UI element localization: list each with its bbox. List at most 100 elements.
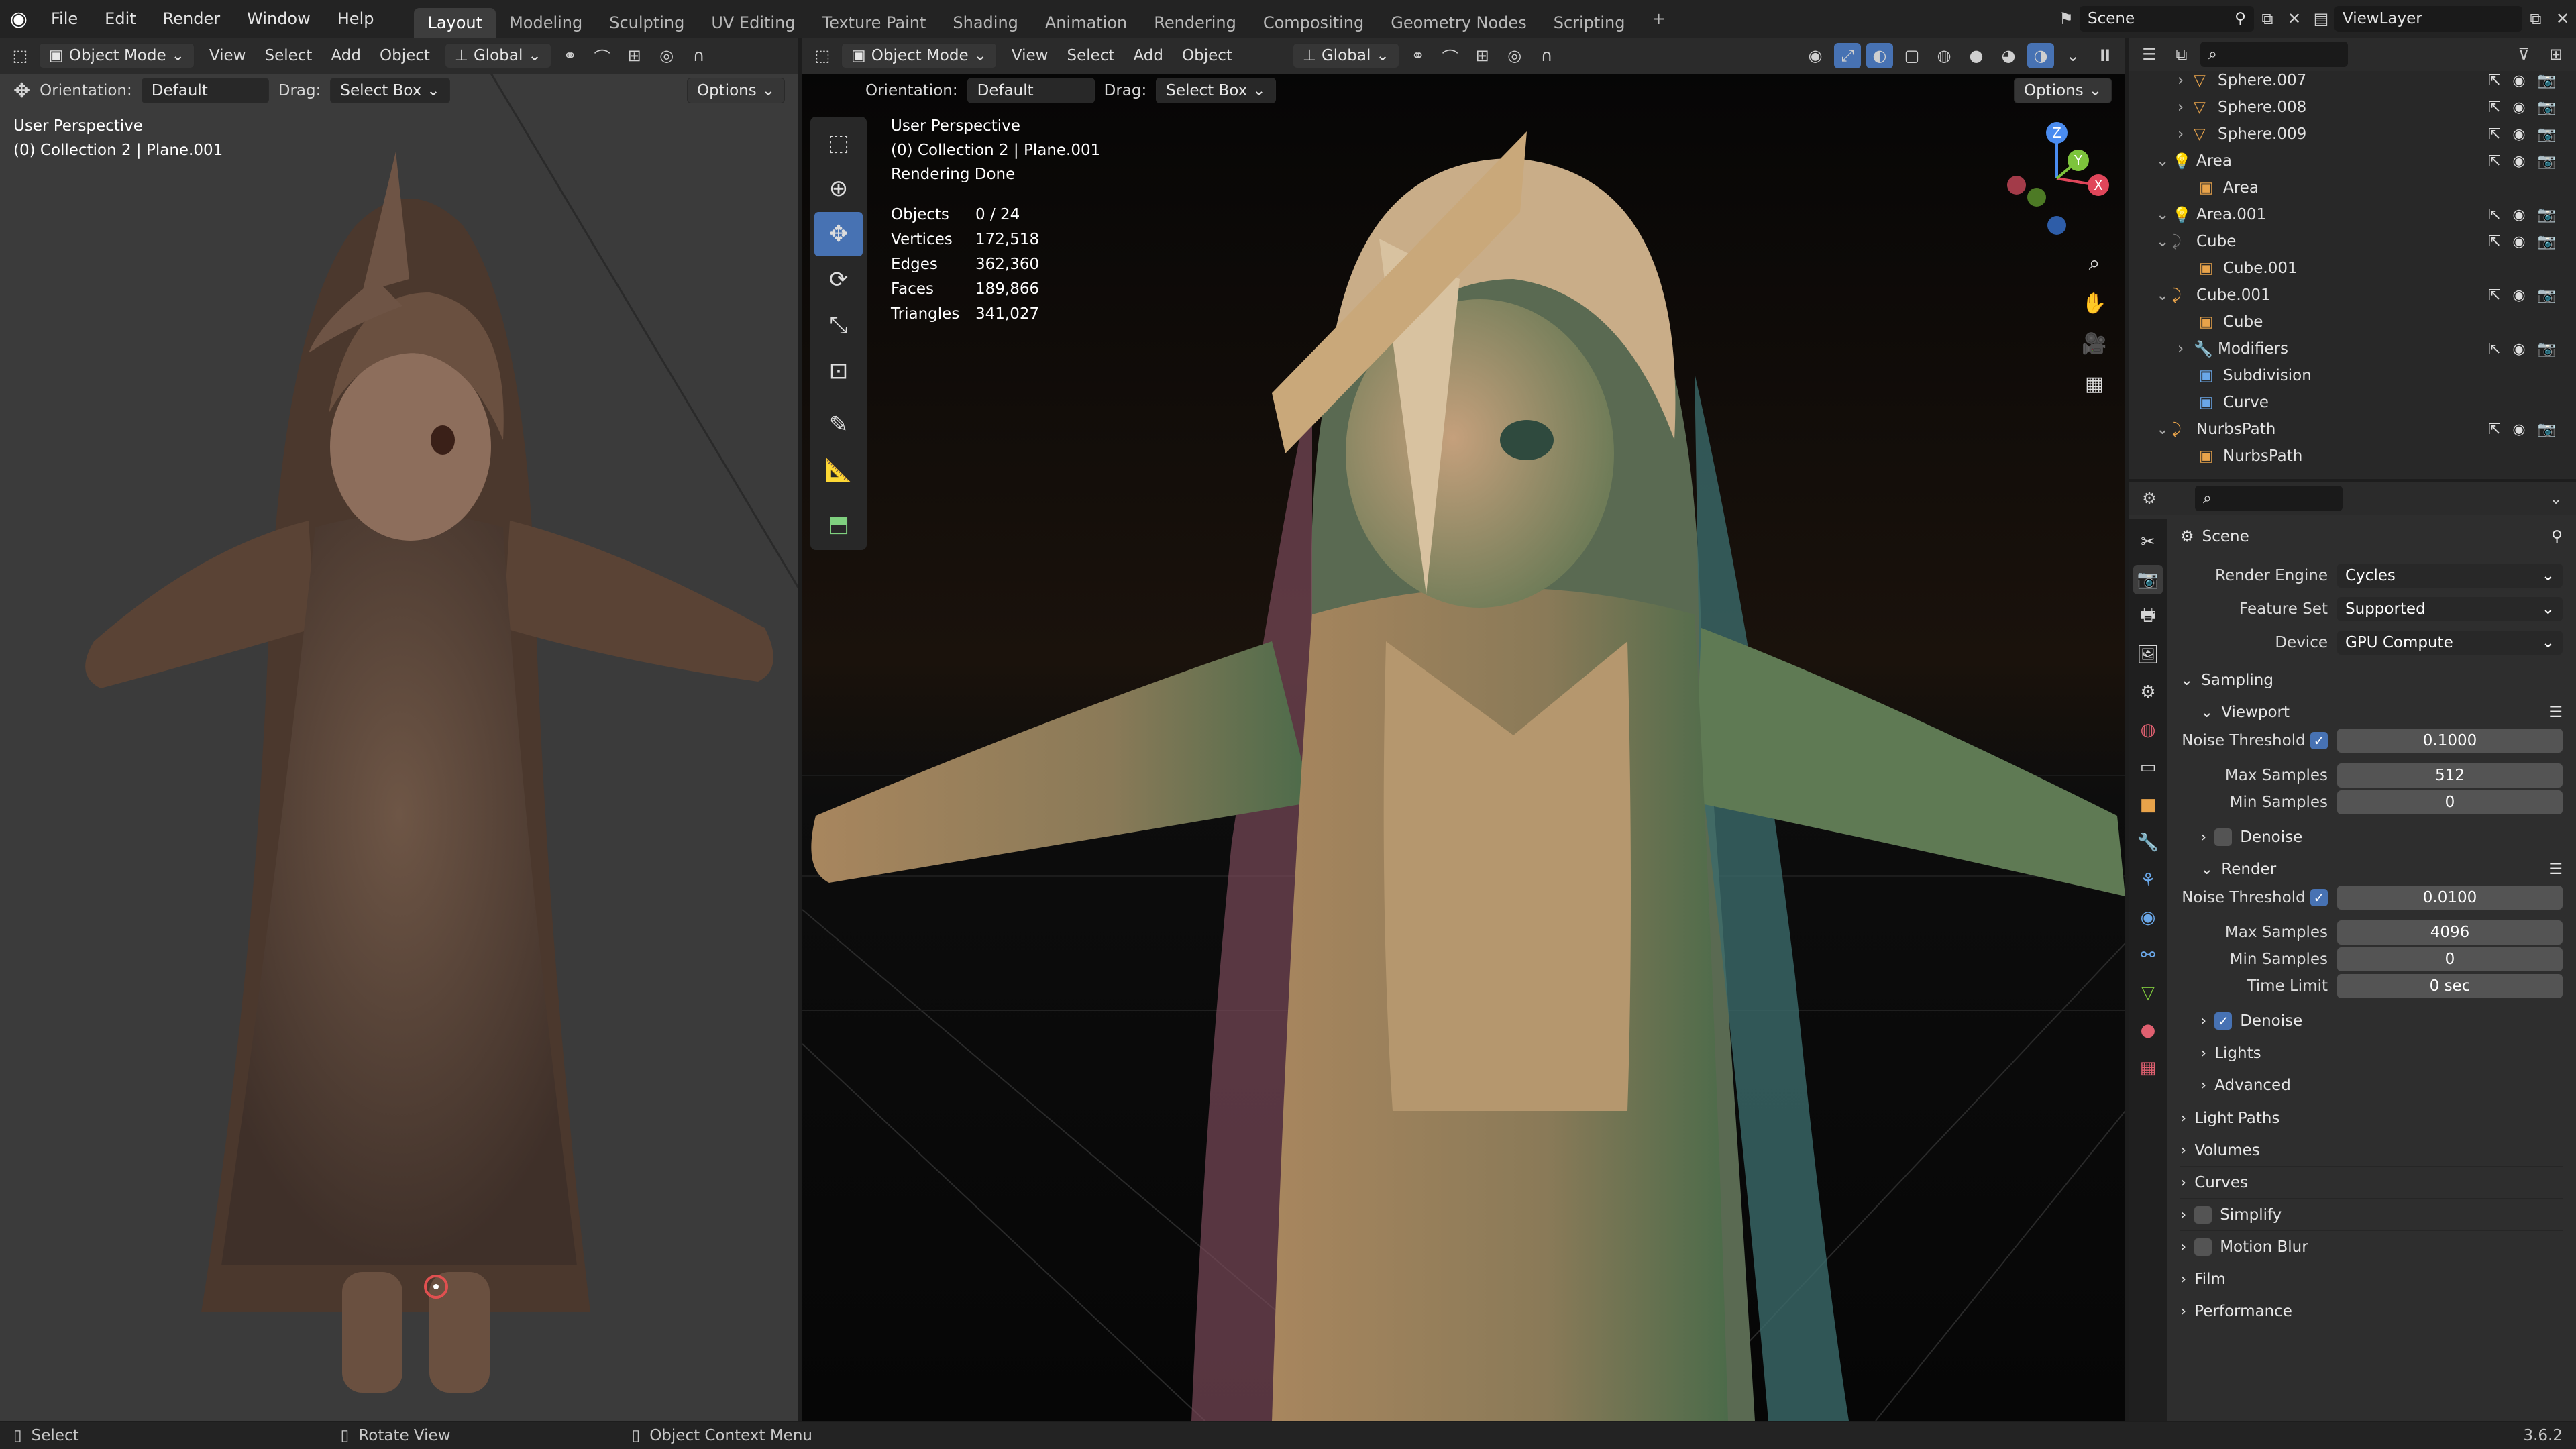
expand-arrow-icon[interactable]: ›	[2178, 72, 2194, 89]
time-limit-field[interactable]: 0 sec	[2337, 974, 2563, 998]
object-tab-icon[interactable]: ■	[2133, 790, 2163, 820]
outliner-row[interactable]: ▣ Cube.001	[2129, 255, 2576, 282]
transform-orientation-dropdown[interactable]: ⊥ Global ⌄	[444, 43, 551, 68]
vp-denoise-subpanel[interactable]: › Denoise	[2180, 821, 2563, 853]
transform-orientation-dropdown[interactable]: ⊥ Global ⌄	[1292, 43, 1399, 68]
select-arrow-icon[interactable]: ⇱	[2488, 72, 2500, 89]
select-arrow-icon[interactable]: ⇱	[2488, 233, 2500, 250]
eye-icon[interactable]: ◉	[2512, 341, 2525, 358]
eye-icon[interactable]: ◉	[2512, 153, 2525, 170]
expand-arrow-icon[interactable]: ⌄	[2156, 286, 2172, 304]
snap-target-icon[interactable]: ⊞	[1469, 43, 1496, 68]
texture-tab-icon[interactable]: ▦	[2133, 1053, 2163, 1083]
tab-texture-paint[interactable]: Texture Paint	[809, 8, 940, 38]
outliner-row[interactable]: ▣ Area	[2129, 174, 2576, 201]
mode-dropdown[interactable]: ▣ Object Mode ⌄	[39, 43, 195, 68]
blender-logo-icon[interactable]: ◉	[0, 6, 38, 32]
device-dropdown[interactable]: GPU Compute ⌄	[2337, 631, 2563, 655]
eye-icon[interactable]: ◉	[2512, 72, 2525, 89]
add-workspace-button[interactable]: +	[1638, 4, 1678, 34]
select-arrow-icon[interactable]: ⇱	[2488, 126, 2500, 143]
outliner-row[interactable]: › ▽ Sphere.007 ⇱ ◉ 📷	[2129, 67, 2576, 94]
expand-arrow-icon[interactable]: ⌄	[2156, 421, 2172, 438]
falloff-icon[interactable]: ∩	[1534, 43, 1560, 68]
main-viewport[interactable]: ⬚ ▣ Object Mode ⌄ View Select Add Object ⊥ Glo…	[802, 38, 2125, 1421]
drag-dropdown[interactable]: Select Box ⌄	[1156, 78, 1276, 103]
display-mode-icon[interactable]: ⧉	[2168, 42, 2195, 67]
camera-render-icon[interactable]: 📷	[2538, 72, 2556, 89]
panel-film[interactable]: › Film	[2180, 1263, 2563, 1295]
select-arrow-icon[interactable]: ⇱	[2488, 287, 2500, 304]
expand-arrow-icon[interactable]: ›	[2178, 125, 2194, 143]
select-arrow-icon[interactable]: ⇱	[2488, 341, 2500, 358]
left-viewport[interactable]: ⬚ ▣ Object Mode ⌄ View Select Add Object ⊥ Glo…	[0, 38, 798, 1421]
menu-render[interactable]: Render	[150, 0, 233, 38]
vp-max-samples-field[interactable]: 512	[2337, 763, 2563, 788]
mode-dropdown[interactable]: ▣ Object Mode ⌄	[841, 43, 997, 68]
render-subpanel-header[interactable]: ⌄ Render ☰	[2180, 853, 2563, 885]
camera-render-icon[interactable]: 📷	[2538, 341, 2556, 358]
proportional-edit-icon[interactable]: ◎	[653, 43, 680, 68]
outliner-row[interactable]: ▣ NurbsPath	[2129, 443, 2576, 470]
select-arrow-icon[interactable]: ⇱	[2488, 99, 2500, 116]
output-tab-icon[interactable]: 🖶	[2133, 602, 2163, 632]
properties-editor-icon[interactable]: ⚙	[2136, 486, 2163, 511]
options-button[interactable]: Options ⌄	[2013, 78, 2112, 103]
list-icon[interactable]: ☰	[2548, 704, 2563, 721]
select-arrow-icon[interactable]: ⇱	[2488, 207, 2500, 223]
data-tab-icon[interactable]: ▽	[2133, 978, 2163, 1008]
vp-denoise-checkbox[interactable]	[2214, 828, 2233, 846]
motion-blur-checkbox[interactable]	[2194, 1238, 2212, 1256]
tab-sculpting[interactable]: Sculpting	[596, 8, 698, 38]
expand-arrow-icon[interactable]: ›	[2178, 340, 2194, 358]
menu-select[interactable]: Select	[256, 47, 322, 64]
pan-hand-icon[interactable]: ✋	[2074, 283, 2114, 323]
proportional-edit-icon[interactable]: ◎	[1501, 43, 1528, 68]
expand-arrow-icon[interactable]: ›	[2178, 99, 2194, 116]
scene-selector[interactable]: Scene ⚲	[2080, 6, 2254, 32]
panel-simplify[interactable]: › Simplify	[2180, 1198, 2563, 1230]
feature-set-dropdown[interactable]: Supported ⌄	[2337, 597, 2563, 621]
delete-view-layer-icon[interactable]: ✕	[2549, 6, 2576, 32]
chevron-down-icon[interactable]: ⌄	[2542, 486, 2569, 511]
panel-curves[interactable]: › Curves	[2180, 1166, 2563, 1198]
outliner-row[interactable]: ▣ Cube	[2129, 309, 2576, 335]
select-arrow-icon[interactable]: ⇱	[2488, 153, 2500, 170]
tab-compositing[interactable]: Compositing	[1250, 8, 1377, 38]
vp-min-samples-field[interactable]: 0	[2337, 790, 2563, 814]
outliner-row[interactable]: ⌄ 💡 Area.001 ⇱ ◉ 📷	[2129, 201, 2576, 228]
pin-icon[interactable]: ⚲	[2235, 10, 2246, 28]
eye-icon[interactable]: ◉	[2512, 126, 2525, 143]
vp-noise-checkbox[interactable]: ✓	[2310, 732, 2328, 749]
menu-select[interactable]: Select	[1058, 47, 1124, 64]
measure-tool-icon[interactable]: 📐	[814, 448, 863, 492]
tab-rendering[interactable]: Rendering	[1140, 8, 1250, 38]
render-tab-icon[interactable]: 📷	[2133, 565, 2163, 594]
add-cube-tool-icon[interactable]: ⬒	[814, 502, 863, 546]
scene-tab-icon[interactable]: ⚙	[2133, 678, 2163, 707]
material-tab-icon[interactable]: ●	[2133, 1016, 2163, 1045]
camera-render-icon[interactable]: 📷	[2538, 233, 2556, 250]
panel-performance[interactable]: › Performance	[2180, 1295, 2563, 1327]
overlays-icon[interactable]: ◐	[1866, 43, 1893, 68]
cursor-tool-icon[interactable]: ⊕	[814, 166, 863, 211]
eye-icon[interactable]: ◉	[2512, 207, 2525, 223]
perspective-toggle-icon[interactable]: ▦	[2074, 364, 2114, 404]
outliner-row[interactable]: ⌄ ⤸ Cube.001 ⇱ ◉ 📷	[2129, 282, 2576, 309]
camera-render-icon[interactable]: 📷	[2538, 287, 2556, 304]
r-min-samples-field[interactable]: 0	[2337, 947, 2563, 971]
wireframe-shading-icon[interactable]: ◍	[1931, 43, 1957, 68]
snap-icon[interactable]: ⌒	[589, 43, 616, 68]
tab-animation[interactable]: Animation	[1032, 8, 1140, 38]
tab-modeling[interactable]: Modeling	[496, 8, 596, 38]
vp-noise-field[interactable]: 0.1000	[2337, 729, 2563, 753]
transform-tool-icon[interactable]: ⊡	[814, 349, 863, 393]
collection-tab-icon[interactable]: ▭	[2133, 753, 2163, 782]
expand-arrow-icon[interactable]: ⌄	[2156, 233, 2172, 250]
camera-render-icon[interactable]: 📷	[2538, 421, 2556, 438]
navigation-gizmo[interactable]: Z X Y	[2003, 118, 2110, 239]
menu-window[interactable]: Window	[233, 0, 324, 38]
menu-file[interactable]: File	[38, 0, 91, 38]
world-tab-icon[interactable]: ◍	[2133, 715, 2163, 745]
tab-uv-editing[interactable]: UV Editing	[698, 8, 808, 38]
